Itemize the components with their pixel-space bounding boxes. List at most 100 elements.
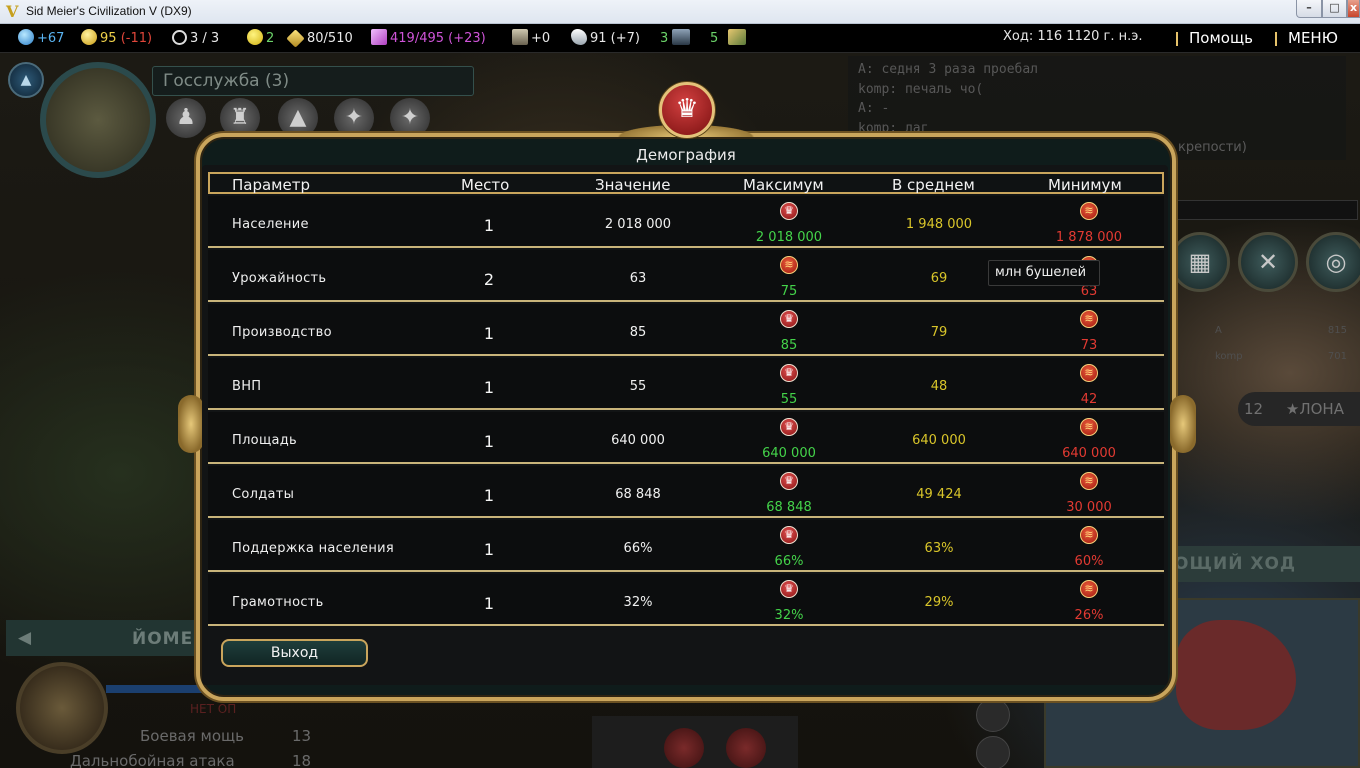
min-civ-icon[interactable]: ≋ xyxy=(780,256,798,274)
trade-routes-stat[interactable]: 3 / 3 xyxy=(172,29,219,49)
row-max: 640 000 xyxy=(762,446,816,461)
chat-line: A: седня 3 раза проебал xyxy=(858,62,1039,77)
header-rank: Место xyxy=(461,176,510,194)
next-turn-button[interactable]: ОЩИЙ ХОД xyxy=(1160,546,1360,582)
chat-input[interactable] xyxy=(1176,200,1358,220)
science-stat[interactable]: +67 xyxy=(18,29,64,49)
civ-app-icon: V xyxy=(6,2,19,21)
separator xyxy=(1275,32,1277,46)
policy-icon: ▲ xyxy=(278,98,318,138)
row-value: 640 000 xyxy=(611,433,665,448)
min-civ-icon[interactable]: ≋ xyxy=(1080,580,1098,598)
maximize-button[interactable]: □ xyxy=(1322,0,1347,18)
crown-icon: ♛ xyxy=(659,82,715,138)
max-civ-icon[interactable]: ♛ xyxy=(780,472,798,490)
unit-stat-row: Боевая мощь 13 xyxy=(110,727,350,751)
row-rank: 1 xyxy=(483,324,495,343)
max-civ-icon[interactable]: ♛ xyxy=(780,202,798,220)
row-max: 2 018 000 xyxy=(755,230,823,245)
header-max: Максимум xyxy=(743,176,824,194)
science-value: +67 xyxy=(37,31,65,46)
happiness-stat[interactable]: 2 xyxy=(247,29,274,49)
culture-stat[interactable]: 80/510 xyxy=(286,29,353,49)
dialog-ornament xyxy=(1170,395,1196,453)
gold-stat[interactable]: 95 (-11) xyxy=(81,29,152,49)
flower-icon[interactable] xyxy=(976,736,1010,768)
star-icon: ✦ xyxy=(390,98,430,138)
civilopedia-button[interactable]: ▲ xyxy=(8,62,44,98)
min-civ-icon[interactable]: ≋ xyxy=(1080,202,1098,220)
table-row[interactable]: Поддержка населения 1 66% ♛ 66% 63% ≋ 60… xyxy=(208,520,1164,572)
table-row[interactable]: Площадь 1 640 000 ♛ 640 000 640 000 ≋ 64… xyxy=(208,412,1164,464)
help-button[interactable]: Помощь xyxy=(1189,29,1253,47)
row-parameter: Урожайность xyxy=(232,271,327,286)
table-row[interactable]: Солдаты 1 68 848 ♛ 68 848 49 424 ≋ 30 00… xyxy=(208,466,1164,518)
strategic-value: +0 xyxy=(531,31,551,46)
advisor-map-icon[interactable]: ▦ xyxy=(1170,232,1230,292)
table-row[interactable]: Грамотность 1 32% ♛ 32% 29% ≋ 26% xyxy=(208,574,1164,626)
trade-routes-value: 3 / 3 xyxy=(190,31,220,46)
row-value: 85 xyxy=(629,325,647,340)
influence-stat[interactable]: 91 (+7) xyxy=(571,29,640,49)
faith-value: 419/495 (+23) xyxy=(390,31,486,46)
row-max: 68 848 xyxy=(766,500,812,515)
scroll-icon[interactable] xyxy=(976,698,1010,732)
min-civ-icon[interactable]: ≋ xyxy=(1080,364,1098,382)
table-row[interactable]: ВНП 1 55 ♛ 55 48 ≋ 42 xyxy=(208,358,1164,410)
table-row[interactable]: Население 1 2 018 000 ♛ 2 018 000 1 948 … xyxy=(208,196,1164,248)
min-civ-icon[interactable]: ≋ xyxy=(1080,310,1098,328)
row-parameter: Производство xyxy=(232,325,332,340)
diplomacy-globe-icon[interactable]: ◎ xyxy=(1306,232,1360,292)
min-civ-icon[interactable]: ≋ xyxy=(1080,472,1098,490)
notification-icon[interactable] xyxy=(726,728,766,768)
max-civ-icon[interactable]: ♛ xyxy=(780,418,798,436)
row-max: 66% xyxy=(774,554,804,569)
row-value: 55 xyxy=(629,379,647,394)
strategic-stat[interactable]: +0 xyxy=(512,29,550,49)
unit-portrait[interactable] xyxy=(16,662,108,754)
gold-delta: (-11) xyxy=(120,31,153,46)
influence-value: 91 (+7) xyxy=(590,31,640,46)
science-icon xyxy=(18,29,34,45)
unit-cycle-button[interactable]: 12 ★ЛОНА xyxy=(1238,392,1360,426)
row-average: 63% xyxy=(924,541,954,556)
header-min: Минимум xyxy=(1048,176,1122,194)
header-average: В среднем xyxy=(892,176,975,194)
max-civ-icon[interactable]: ♛ xyxy=(780,364,798,382)
minimize-button[interactable]: – xyxy=(1296,0,1322,18)
exit-button[interactable]: Выход xyxy=(221,639,368,667)
row-max: 75 xyxy=(780,284,798,299)
row-rank: 1 xyxy=(483,486,495,505)
advisor-military-icon[interactable]: ✕ xyxy=(1238,232,1298,292)
row-value: 32% xyxy=(623,595,653,610)
policy-title[interactable]: Госслужба (3) xyxy=(152,66,474,96)
max-civ-icon[interactable]: ♛ xyxy=(780,580,798,598)
row-parameter: Площадь xyxy=(232,433,297,448)
menu-button[interactable]: МЕНЮ xyxy=(1288,29,1338,47)
table-row[interactable]: Производство 1 85 ♛ 85 79 ≋ 73 xyxy=(208,304,1164,356)
great-person-portrait[interactable] xyxy=(40,62,156,178)
row-value: 66% xyxy=(623,541,653,556)
max-civ-icon[interactable]: ♛ xyxy=(780,310,798,328)
trade-route-icon xyxy=(172,30,187,45)
minimap-land xyxy=(1176,620,1296,730)
max-civ-icon[interactable]: ♛ xyxy=(780,526,798,544)
min-civ-icon[interactable]: ≋ xyxy=(1080,526,1098,544)
row-parameter: Солдаты xyxy=(232,487,295,502)
row-average: 640 000 xyxy=(912,433,966,448)
ranged-attack-label: Дальнобойная атака xyxy=(70,752,235,768)
close-button[interactable]: x xyxy=(1347,0,1360,18)
window-title-bar: V Sid Meier's Civilization V (DX9) – □ x xyxy=(0,0,1360,24)
faith-stat[interactable]: 419/495 (+23) xyxy=(371,29,486,49)
row-rank: 2 xyxy=(483,270,495,289)
resource-a-stat[interactable]: 3 xyxy=(660,29,693,49)
star-icon: ✦ xyxy=(334,98,374,138)
row-value: 63 xyxy=(629,271,647,286)
resource-b-stat[interactable]: 5 xyxy=(710,29,749,49)
row-min: 1 878 000 xyxy=(1055,230,1123,245)
window-title: Sid Meier's Civilization V (DX9) xyxy=(26,4,192,18)
notification-icon[interactable] xyxy=(664,728,704,768)
min-civ-icon[interactable]: ≋ xyxy=(1080,418,1098,436)
dove-icon xyxy=(571,29,587,45)
policy-icon: ♜ xyxy=(220,98,260,138)
